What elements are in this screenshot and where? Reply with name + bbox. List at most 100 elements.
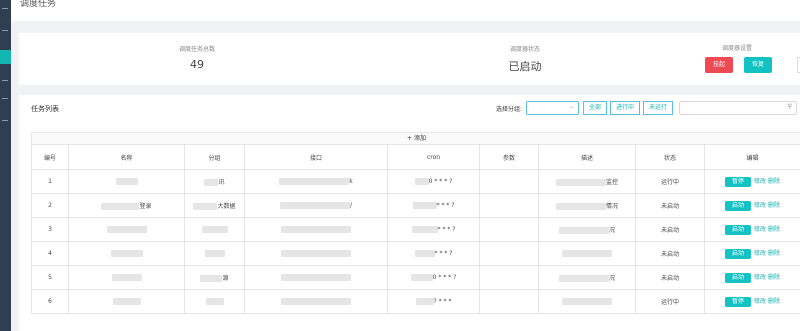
redacted-block (410, 274, 433, 281)
redacted-block (281, 274, 351, 281)
table-header-row: 编号 名称 分组 接口 cron 参数 描述 状态 编辑 (31, 144, 800, 170)
sidebar-item[interactable] (2, 80, 8, 81)
delete-task-link[interactable]: 删除 (768, 298, 780, 305)
cell-status: 未启动 (635, 217, 705, 242)
cell-status-text: 未启动 (660, 203, 679, 210)
task-total-stat: 调度任务总数 49 (169, 44, 225, 71)
sidebar-item[interactable] (2, 30, 8, 31)
cell-group (184, 217, 245, 242)
cell-cron: * * * ? (387, 217, 480, 242)
edit-task-link[interactable]: 修改 (754, 250, 766, 257)
cell-name: 登录 (68, 193, 185, 218)
task-list-panel: 任务列表 选择分组: ⌄ 全部 进行中 未运行 ⚲ + 添加 编号 名称 分组 … (19, 95, 800, 331)
redacted-block (101, 203, 140, 210)
delete-task-link[interactable]: 删除 (768, 274, 780, 281)
cell-group-text: 源 (222, 275, 229, 282)
chevron-down-icon: ⌄ (568, 103, 574, 110)
edit-task-link[interactable]: 修改 (754, 178, 766, 185)
pause-task-button[interactable]: 暂停 (724, 297, 751, 307)
delete-task-link[interactable]: 删除 (768, 226, 780, 233)
redacted-block (205, 298, 224, 305)
cell-name (68, 289, 185, 314)
cell-cron-text: * * * ? (437, 226, 456, 233)
task-list-title: 任务列表 (31, 105, 59, 113)
cell-edit: 启动 修改 删除 (704, 217, 800, 242)
top-bar: 调度任务 (11, 0, 800, 21)
cell-cron-text: * * * ? (434, 250, 453, 257)
delete-task-link[interactable]: 删除 (768, 202, 780, 209)
cell-params (479, 217, 539, 242)
cell-edit: 暂停 修改 删除 (704, 289, 800, 314)
redacted-block (558, 227, 609, 234)
cell-group (184, 289, 245, 314)
redacted-block (204, 179, 219, 186)
cell-name (68, 265, 185, 290)
cell-group: 讯 (184, 169, 245, 194)
redacted-block (279, 178, 350, 185)
redacted-block (281, 298, 351, 305)
redacted-block (204, 250, 225, 257)
table-row: 1 讯 k 0 * * * ? 监控 运行中 暂停 修改 删除 (31, 169, 800, 194)
table-row: 4 * * * ? 未启动 启动 修改 删除 (31, 241, 800, 266)
cell-cron: 0 * * * ? (387, 169, 480, 194)
edit-task-link[interactable]: 修改 (754, 226, 766, 233)
header-edit: 编辑 (704, 144, 800, 170)
redacted-block (200, 275, 223, 282)
page-title: 调度任务 (20, 0, 57, 9)
task-total-value: 49 (190, 58, 204, 71)
cell-desc: 况 (538, 217, 636, 242)
edit-task-link[interactable]: 修改 (754, 298, 766, 305)
pause-task-button[interactable]: 暂停 (724, 177, 751, 187)
cell-group-text: 讯 (218, 179, 225, 186)
redacted-block (555, 179, 606, 186)
filter-running-button[interactable]: 进行中 (610, 101, 640, 115)
sidebar-item[interactable] (2, 120, 8, 121)
cell-api-text: k (349, 178, 353, 185)
pause-scheduler-button[interactable]: 挂起 (705, 57, 733, 73)
redacted-block (412, 202, 437, 209)
edit-task-link[interactable]: 修改 (754, 274, 766, 281)
filter-not-running-button[interactable]: 未运行 (643, 101, 673, 115)
delete-task-link[interactable]: 删除 (768, 250, 780, 257)
sidebar-item[interactable] (2, 8, 8, 9)
edit-task-link[interactable]: 修改 (754, 202, 766, 209)
cell-name (68, 217, 185, 242)
table-row: 2 登录 大数据 / * * * ? 情况 未启动 启动 修改 删除 (31, 193, 800, 218)
stats-panel: 调度任务总数 49 调度器状态 已启动 调度器设置 挂起 恢复 (19, 33, 800, 85)
sidebar-item-active[interactable] (0, 50, 11, 64)
cell-id-text: 1 (48, 178, 52, 185)
scheduler-settings-label: 调度器设置 (721, 45, 752, 52)
redacted-block (111, 274, 142, 281)
filter-all-button[interactable]: 全部 (583, 101, 607, 115)
cell-api-text: / (349, 202, 353, 209)
cell-status-text: 运行中 (660, 179, 679, 186)
header-desc: 描述 (538, 144, 636, 170)
cell-id-text: 5 (48, 274, 52, 281)
cell-edit: 启动 修改 删除 (704, 265, 800, 290)
start-task-button[interactable]: 启动 (724, 201, 751, 211)
cell-api (244, 265, 388, 290)
cell-status: 运行中 (635, 289, 705, 314)
cell-desc: 监控 (538, 169, 636, 194)
sidebar-item[interactable] (2, 98, 8, 99)
redacted-block (411, 226, 438, 233)
cell-group: 大数据 (184, 193, 245, 218)
delete-task-link[interactable]: 删除 (768, 178, 780, 185)
cell-cron-text: 0 * * * ? (432, 274, 457, 281)
redacted-block (415, 298, 434, 305)
cell-status-text: 未启动 (660, 275, 679, 282)
start-task-button[interactable]: 启动 (724, 249, 751, 259)
redacted-block (562, 250, 612, 257)
cell-api: k (244, 169, 388, 194)
cell-cron: * * * ? (387, 241, 480, 266)
cell-id: 4 (31, 241, 69, 266)
start-task-button[interactable]: 启动 (724, 225, 751, 235)
cell-cron-text: * * * ? (436, 202, 455, 209)
start-task-button[interactable]: 启动 (724, 273, 751, 283)
group-select[interactable]: ⌄ (526, 101, 579, 115)
cell-id: 5 (31, 265, 69, 290)
resume-scheduler-button[interactable]: 恢复 (744, 57, 772, 73)
redacted-block (558, 275, 609, 282)
cell-desc-text: 监控 (605, 179, 618, 186)
search-input[interactable]: ⚲ (679, 101, 797, 115)
